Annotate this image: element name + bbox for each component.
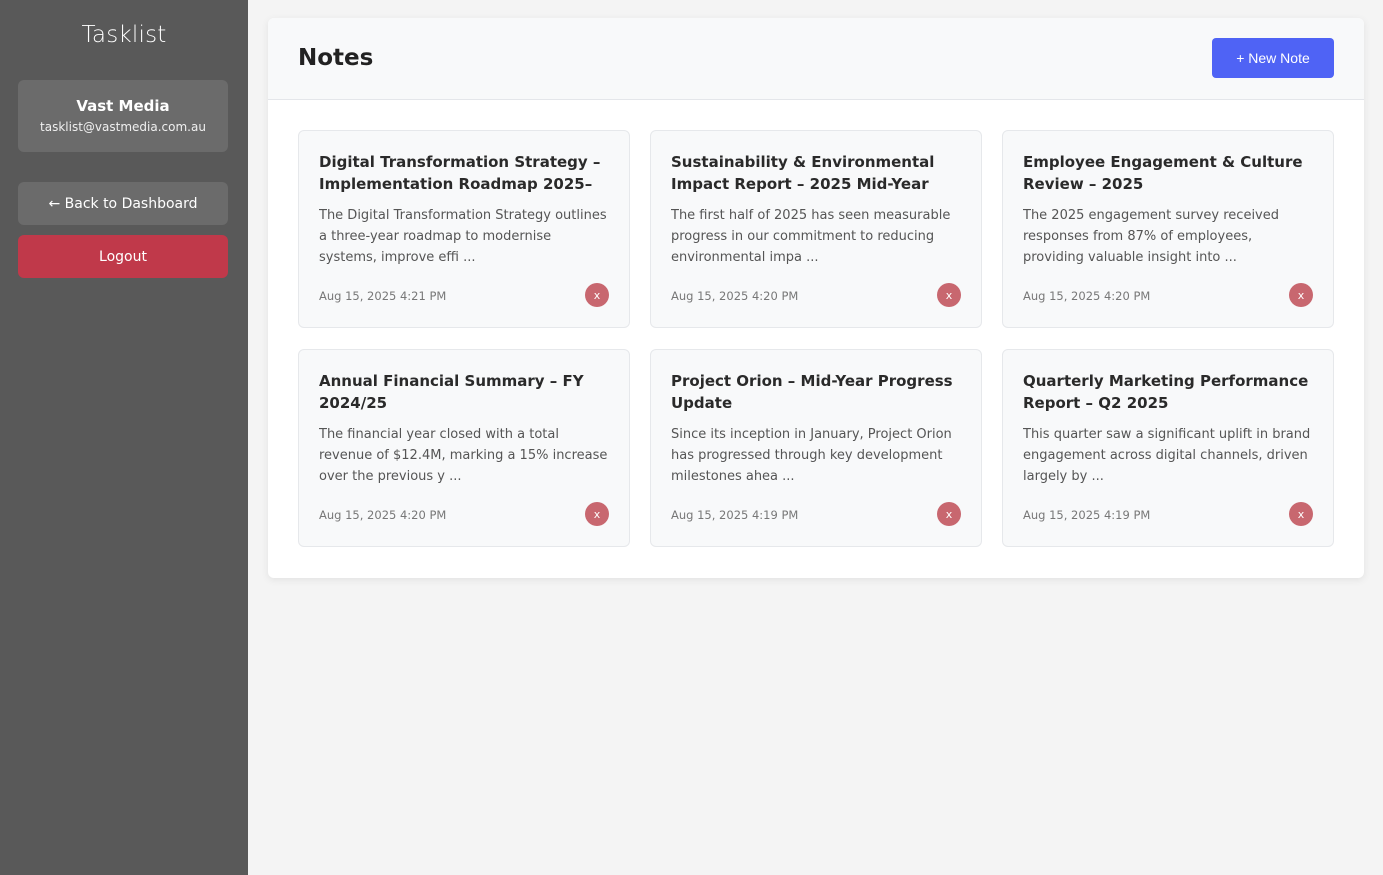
page-title: Notes (298, 45, 374, 71)
note-title: Annual Financial Summary – FY 2024/25 (319, 372, 584, 412)
delete-note-button[interactable]: x (585, 283, 609, 307)
note-excerpt: This quarter saw a significant uplift in… (1023, 427, 1311, 484)
account-name: Vast Media (76, 97, 170, 115)
delete-note-button[interactable]: x (1289, 502, 1313, 526)
account-email: tasklist@vastmedia.com.au (40, 120, 206, 134)
delete-note-button[interactable]: x (585, 502, 609, 526)
note-excerpt: The 2025 engagement survey received resp… (1023, 208, 1279, 265)
delete-note-button[interactable]: x (937, 502, 961, 526)
sidebar: Tasklist Vast Media tasklist@vastmedia.c… (0, 0, 248, 875)
note-title: Quarterly Marketing Performance Report –… (1023, 372, 1309, 412)
note-title: Sustainability & Environmental Impact Re… (671, 153, 935, 193)
note-card[interactable]: Annual Financial Summary – FY 2024/25 Th… (298, 349, 630, 547)
note-excerpt: The Digital Transformation Strategy outl… (319, 208, 607, 265)
note-excerpt: The first half of 2025 has seen measurab… (671, 208, 951, 265)
delete-note-button[interactable]: x (937, 283, 961, 307)
note-card[interactable]: Project Orion – Mid-Year Progress Update… (650, 349, 982, 547)
note-title: Employee Engagement & Culture Review – 2… (1023, 153, 1303, 193)
note-excerpt: Since its inception in January, Project … (671, 427, 952, 484)
note-date: Aug 15, 2025 4:20 PM (671, 289, 799, 303)
note-date: Aug 15, 2025 4:20 PM (319, 508, 447, 522)
note-card[interactable]: Digital Transformation Strategy – Implem… (298, 130, 630, 328)
notes-grid: Digital Transformation Strategy – Implem… (298, 130, 1334, 547)
delete-note-button[interactable]: x (1289, 283, 1313, 307)
note-date: Aug 15, 2025 4:20 PM (1023, 289, 1151, 303)
notes-header: Notes + New Note (268, 18, 1364, 100)
account-card: Vast Media tasklist@vastmedia.com.au (18, 80, 228, 152)
note-title: Project Orion – Mid-Year Progress Update (671, 372, 953, 412)
note-card[interactable]: Sustainability & Environmental Impact Re… (650, 130, 982, 328)
note-date: Aug 15, 2025 4:21 PM (319, 289, 447, 303)
note-date: Aug 15, 2025 4:19 PM (1023, 508, 1151, 522)
back-to-dashboard-button[interactable]: ← Back to Dashboard (18, 182, 228, 225)
note-title: Digital Transformation Strategy – Implem… (319, 153, 601, 193)
note-excerpt: The financial year closed with a total r… (319, 427, 608, 484)
new-note-button[interactable]: + New Note (1212, 38, 1334, 78)
notes-panel: Notes + New Note Digital Transformation … (268, 18, 1364, 578)
note-date: Aug 15, 2025 4:19 PM (671, 508, 799, 522)
logout-button[interactable]: Logout (18, 235, 228, 278)
app-brand: Tasklist (81, 22, 167, 48)
note-card[interactable]: Quarterly Marketing Performance Report –… (1002, 349, 1334, 547)
note-card[interactable]: Employee Engagement & Culture Review – 2… (1002, 130, 1334, 328)
